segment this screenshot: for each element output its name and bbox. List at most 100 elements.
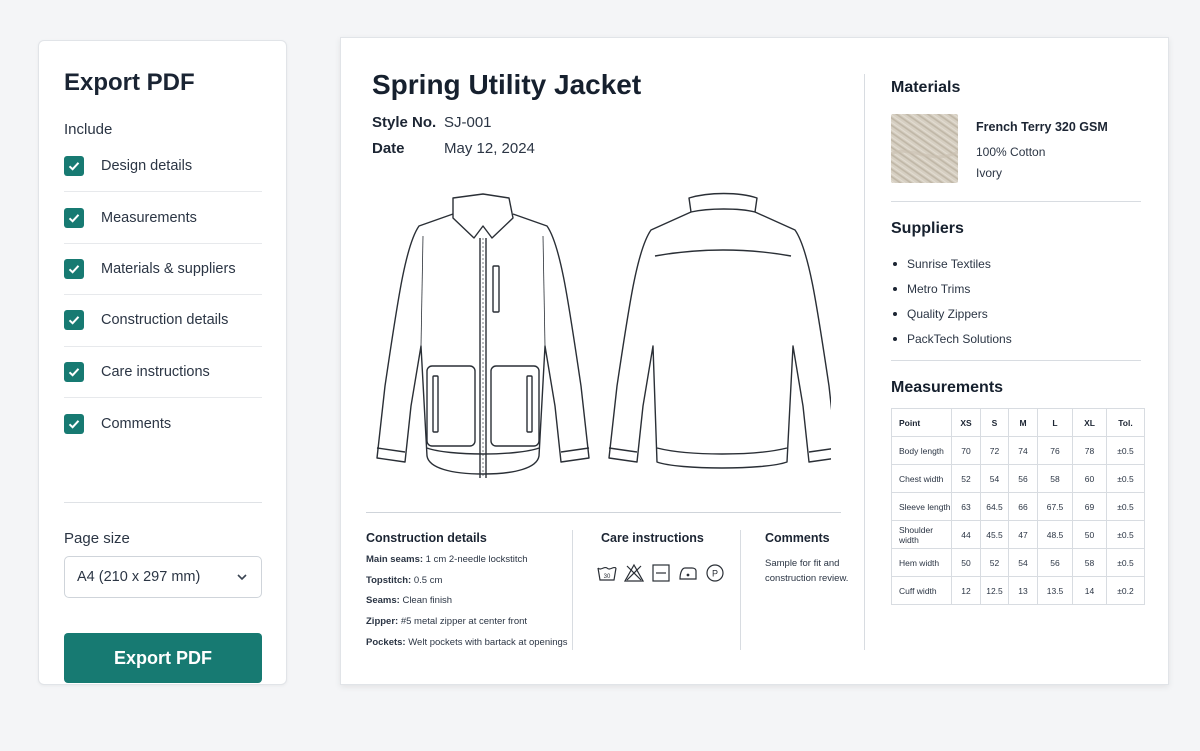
iron-low-icon: [679, 567, 697, 580]
comments-heading: Comments: [765, 531, 830, 545]
comments-text: Sample for fit and construction review.: [765, 558, 849, 584]
construction-item: Pockets: Welt pockets with bartack at op…: [366, 636, 568, 648]
table-cell: 60: [1072, 464, 1107, 493]
table-cell: 52: [980, 548, 1009, 577]
supplier-item: Metro Trims: [893, 276, 1012, 301]
construction-item: Seams: Clean finish: [366, 595, 453, 607]
care-heading: Care instructions: [601, 531, 704, 545]
table-row: Chest width 52 54 56 58 60 ±0.5: [891, 464, 1145, 493]
care-icons: 30 P: [597, 563, 725, 583]
option-care-instructions[interactable]: Care instructions: [64, 347, 262, 398]
table-cell: 74: [1008, 436, 1038, 465]
option-label: Design details: [101, 158, 193, 175]
divider: [891, 201, 1141, 202]
table-cell: 50: [951, 548, 981, 577]
include-label: Include: [64, 121, 113, 138]
checkbox-checked-icon[interactable]: [64, 258, 84, 279]
date-label: Date: [372, 140, 405, 157]
doc-title: Spring Utility Jacket: [372, 69, 642, 100]
option-label: Construction details: [101, 312, 229, 329]
checkbox-checked-icon[interactable]: [64, 156, 84, 177]
materials-heading: Materials: [891, 79, 961, 96]
table-cell: 52: [951, 464, 981, 493]
fabric-swatch-image: [891, 114, 958, 183]
jacket-front-sketch: [376, 193, 590, 478]
table-row: Hem width 50 52 54 56 58 ±0.5: [891, 548, 1145, 577]
supplier-item: PackTech Solutions: [893, 326, 1012, 351]
table-cell: 58: [1072, 548, 1107, 577]
supplier-item: Quality Zippers: [893, 301, 1012, 326]
material-color: Ivory: [976, 166, 1003, 180]
table-cell: ±0.5: [1106, 520, 1145, 549]
construction-heading: Construction details: [366, 531, 487, 545]
construction-list: Main seams: 1 cm 2-needle lockstitch Top…: [366, 554, 576, 657]
checkbox-checked-icon[interactable]: [64, 310, 84, 331]
construction-item: Main seams: 1 cm 2-needle lockstitch: [366, 554, 528, 565]
table-cell: 44: [951, 520, 981, 549]
page-size-label: Page size: [64, 530, 130, 547]
table-cell: 78: [1072, 436, 1107, 465]
option-label: Materials & suppliers: [101, 260, 236, 277]
table-cell: 13.5: [1037, 576, 1073, 605]
dry-clean-p-icon: P: [706, 564, 724, 582]
table-cell: 54: [980, 464, 1009, 493]
pdf-preview: Spring Utility Jacket Style No. SJ-001 D…: [340, 37, 1169, 685]
table-cell: ±0.5: [1106, 548, 1145, 577]
material-name: French Terry 320 GSM: [976, 120, 1108, 134]
column-header: XS: [951, 408, 981, 437]
table-cell: 14: [1072, 576, 1107, 605]
option-construction-details[interactable]: Construction details: [64, 295, 262, 347]
table-cell: Shoulder width: [891, 520, 952, 549]
date-value: May 12, 2024: [444, 140, 535, 157]
supplier-item: Sunrise Textiles: [893, 251, 1012, 276]
column-header: L: [1037, 408, 1073, 437]
chevron-down-icon: [237, 574, 247, 581]
suppliers-heading: Suppliers: [891, 220, 964, 237]
wash-30-icon: 30: [597, 566, 617, 581]
table-cell: 63: [951, 492, 981, 521]
option-measurements[interactable]: Measurements: [64, 192, 262, 244]
export-pdf-button[interactable]: Export PDF: [64, 633, 262, 683]
table-row: Body length 70 72 74 76 78 ±0.5: [891, 436, 1145, 465]
table-cell: 70: [951, 436, 981, 465]
table-cell: 47: [1008, 520, 1038, 549]
table-header-row: Point XS S M L XL Tol.: [891, 408, 1145, 437]
option-comments[interactable]: Comments: [64, 398, 262, 449]
table-cell: ±0.5: [1106, 464, 1145, 493]
do-not-bleach-icon: [624, 563, 644, 582]
table-cell: 56: [1008, 464, 1038, 493]
option-design-details[interactable]: Design details: [64, 141, 262, 193]
jacket-back-sketch: [608, 192, 831, 469]
table-cell: ±0.2: [1106, 576, 1145, 605]
dry-flat-icon: [652, 564, 670, 582]
table-cell: ±0.5: [1106, 436, 1145, 465]
divider: [64, 502, 262, 503]
include-options: Design details Measurements Materials & …: [64, 141, 262, 449]
table-cell: 56: [1037, 548, 1073, 577]
table-cell: 13: [1008, 576, 1038, 605]
option-materials-suppliers[interactable]: Materials & suppliers: [64, 244, 262, 296]
jacket-flat-sketch: [376, 192, 831, 478]
page-size-value: A4 (210 x 297 mm): [77, 569, 201, 585]
column-header: Tol.: [1106, 408, 1145, 437]
column-header: Point: [891, 408, 952, 437]
checkbox-checked-icon[interactable]: [64, 207, 84, 228]
table-cell: Chest width: [891, 464, 952, 493]
table-cell: 76: [1037, 436, 1073, 465]
option-label: Measurements: [101, 209, 197, 226]
table-cell: 48.5: [1037, 520, 1073, 549]
table-cell: 64.5: [980, 492, 1009, 521]
table-cell: Body length: [891, 436, 952, 465]
table-cell: 54: [1008, 548, 1038, 577]
checkbox-checked-icon[interactable]: [64, 361, 84, 382]
table-cell: 50: [1072, 520, 1107, 549]
column-header: XL: [1072, 408, 1107, 437]
column-divider: [740, 530, 741, 650]
page-size-select[interactable]: A4 (210 x 297 mm): [64, 556, 262, 598]
measurements-table: Point XS S M L XL Tol. Body length 70 72…: [891, 408, 1145, 605]
table-cell: 45.5: [980, 520, 1009, 549]
table-cell: 72: [980, 436, 1009, 465]
table-cell: ±0.5: [1106, 492, 1145, 521]
style-no-value: SJ-001: [444, 114, 492, 131]
checkbox-checked-icon[interactable]: [64, 413, 84, 434]
